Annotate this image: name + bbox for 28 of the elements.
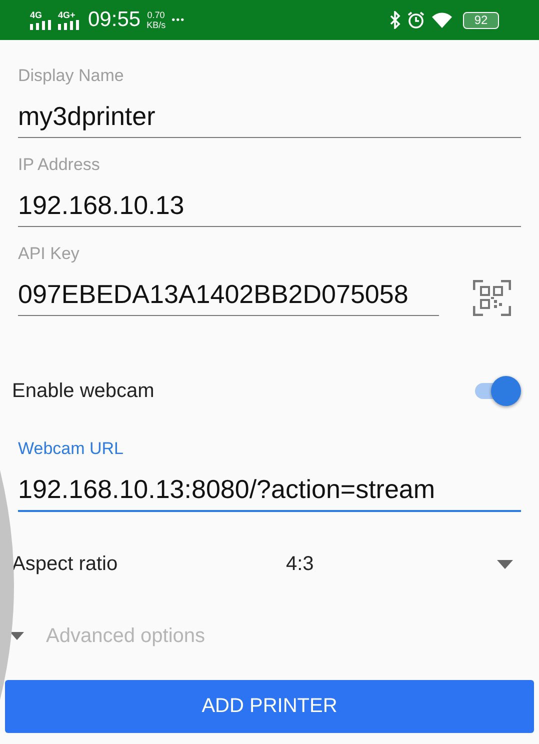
input-field[interactable]: 097EBEDA13A1402BB2D075058: [18, 279, 439, 316]
input-field[interactable]: 192.168.10.13:8080/?action=stream: [18, 474, 521, 512]
field-label: API Key: [18, 244, 80, 264]
speed-value: 0.70: [147, 10, 165, 20]
network-type: 4G+: [58, 10, 76, 20]
input-field[interactable]: 192.168.10.13: [18, 190, 521, 227]
field-label: Webcam URL: [18, 439, 124, 459]
add-printer-button[interactable]: ADD PRINTER: [5, 680, 534, 733]
wifi-icon: [431, 11, 453, 29]
qr-code-icon[interactable]: [473, 280, 511, 316]
caret-icon: [10, 632, 24, 640]
signal-icon: [58, 20, 80, 30]
alarm-clock-icon: [407, 11, 425, 29]
battery-level: 92: [474, 13, 488, 27]
speed-unit: KB/s: [146, 20, 166, 30]
field-label: Display Name: [18, 66, 125, 86]
webcam-label: Enable webcam: [12, 380, 154, 402]
more-indicator: •••: [172, 14, 186, 26]
input-field[interactable]: my3dprinter: [18, 101, 521, 138]
caret-icon: [497, 560, 513, 568]
clock: 09:55: [88, 8, 141, 32]
aspect-ratio-dropdown[interactable]: 4:3: [286, 552, 521, 576]
field-label: IP Address: [18, 155, 101, 175]
signal-icon: [30, 20, 52, 30]
network-type: 4G: [30, 10, 42, 20]
bluetooth-icon: [389, 11, 401, 29]
aspect-ratio-label: Aspect ratio: [12, 552, 119, 576]
webcam-toggle[interactable]: [473, 375, 521, 407]
